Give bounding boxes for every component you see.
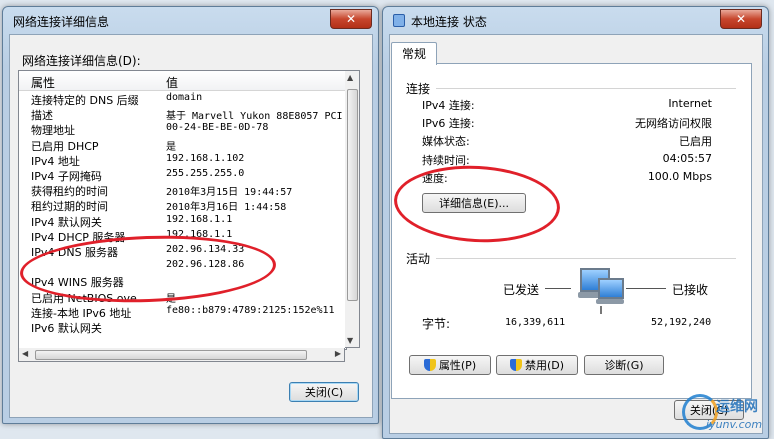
activity-group-label: 活动	[406, 252, 431, 266]
list-item-property: IPv4 默认网关	[31, 215, 102, 229]
list-item-property: 连接特定的 DNS 后缀	[31, 94, 139, 107]
sent-label: 已发送	[503, 283, 540, 297]
scroll-left-icon[interactable]: ◀	[22, 349, 28, 358]
shield-icon	[509, 359, 522, 371]
list-item-value: 00-24-BE-BE-0D-78	[166, 122, 269, 134]
details-list-header: 属性 值	[19, 71, 346, 91]
list-item[interactable]: 连接-本地 IPv6 地址 fe80::b879:4789:2125:152e%1…	[19, 305, 346, 320]
list-item-property: 获得租约的时间	[31, 185, 108, 199]
properties-button[interactable]: 属性(P)	[409, 355, 491, 375]
vertical-scroll-thumb[interactable]	[347, 89, 358, 301]
connection-value: 无网络访问权限	[635, 117, 712, 131]
list-item-value: 是	[166, 141, 176, 153]
connection-group-label: 连接	[406, 82, 431, 96]
network-activity-icon	[574, 262, 630, 314]
connection-value: 04:05:57	[662, 151, 712, 165]
scroll-down-icon[interactable]: ▼	[347, 336, 353, 345]
list-item-value: 2010年3月16日 1:44:58	[166, 202, 287, 214]
horizontal-scroll-thumb[interactable]	[35, 350, 307, 360]
list-item-property: 租约过期的时间	[31, 200, 108, 214]
column-header-value[interactable]: 值	[166, 74, 178, 91]
disable-button[interactable]: 禁用(D)	[496, 355, 578, 375]
list-item-property: 已启用 DHCP	[31, 139, 99, 153]
list-item[interactable]: 获得租约的时间 2010年3月15日 19:44:57	[19, 183, 346, 198]
tab-general[interactable]: 常规	[391, 42, 437, 65]
list-item[interactable]: IPv4 默认网关 192.168.1.1	[19, 214, 346, 229]
scroll-up-icon[interactable]: ▲	[347, 73, 353, 82]
right-titlebar[interactable]: 本地连接 状态 ✕	[383, 7, 768, 33]
right-close-icon[interactable]: ✕	[720, 9, 762, 29]
shield-icon	[423, 359, 436, 371]
column-header-property[interactable]: 属性	[31, 74, 55, 91]
list-item-property: IPv4 子网掩码	[31, 170, 102, 183]
list-item-property: 物理地址	[31, 124, 75, 138]
bytes-sent-value: 16,339,611	[505, 317, 566, 328]
right-window-title: 本地连接 状态	[411, 15, 487, 29]
details-vertical-scrollbar[interactable]: ▲ ▼	[345, 70, 360, 348]
disable-button-label: 禁用(D)	[524, 359, 565, 372]
connection-label: IPv4 连接:	[422, 99, 475, 112]
list-item[interactable]: 描述 基于 Marvell Yukon 88E8057 PCI	[19, 107, 346, 122]
list-item-property: 描述	[31, 109, 53, 123]
list-item-value: fe80::b879:4789:2125:152e%11	[166, 304, 335, 316]
connection-label: 媒体状态:	[422, 135, 470, 149]
watermark: 运维网 iyunv.com	[676, 390, 772, 436]
list-item-value: 192.168.1.1	[166, 213, 233, 225]
list-item[interactable]: 已启用 DHCP 是	[19, 138, 346, 153]
connection-label: IPv6 连接:	[422, 117, 475, 131]
connection-separator	[436, 88, 736, 89]
list-item[interactable]: IPv4 子网掩码 255.255.255.0	[19, 168, 346, 183]
bytes-received-value: 52,192,240	[651, 317, 712, 328]
left-titlebar[interactable]: 网络连接详细信息 ✕	[3, 7, 378, 33]
connection-value: 100.0 Mbps	[647, 169, 712, 183]
received-line	[626, 288, 666, 289]
list-item[interactable]: 租约过期的时间 2010年3月16日 1:44:58	[19, 198, 346, 213]
list-item[interactable]: IPv4 地址 192.168.1.102	[19, 153, 346, 168]
details-list[interactable]: 属性 值 连接特定的 DNS 后缀 domain 描述 基于 Marvell Yuko…	[18, 70, 347, 350]
bytes-label: 字节:	[422, 317, 451, 331]
list-item-property: IPv6 默认网关	[31, 322, 102, 335]
list-item-value: 192.168.1.102	[166, 152, 245, 164]
list-item-value: 2010年3月15日 19:44:57	[166, 187, 293, 199]
list-item-value: 255.255.255.0	[166, 168, 245, 179]
list-item-value: domain	[166, 92, 203, 103]
connection-value: Internet	[668, 97, 712, 110]
watermark-text-1: 运维网	[716, 399, 758, 415]
left-close-button[interactable]: 关闭(C)	[289, 382, 359, 402]
list-item[interactable]: 连接特定的 DNS 后缀 domain	[19, 92, 346, 107]
left-window-title: 网络连接详细信息	[13, 15, 110, 29]
scroll-right-icon[interactable]: ▶	[335, 349, 341, 358]
received-label: 已接收	[672, 283, 709, 297]
list-item-value: 基于 Marvell Yukon 88E8057 PCI	[166, 111, 343, 123]
sent-line	[545, 288, 571, 289]
diagnose-button[interactable]: 诊断(G)	[584, 355, 664, 375]
left-close-icon[interactable]: ✕	[330, 9, 372, 29]
list-item-property: 连接-本地 IPv6 地址	[31, 306, 132, 320]
activity-separator	[436, 258, 736, 259]
network-icon	[393, 14, 405, 27]
details-list-label: 网络连接详细信息(D):	[22, 54, 141, 68]
watermark-text-2: iyunv.com	[706, 418, 763, 431]
details-horizontal-scrollbar[interactable]: ◀ ▶	[18, 348, 345, 362]
list-item[interactable]: 物理地址 00-24-BE-BE-0D-78	[19, 122, 346, 137]
list-item-property: IPv4 地址	[31, 154, 80, 168]
properties-button-label: 属性(P)	[438, 359, 477, 372]
list-item[interactable]: IPv6 默认网关	[19, 320, 346, 335]
connection-value: 已启用	[679, 135, 712, 149]
